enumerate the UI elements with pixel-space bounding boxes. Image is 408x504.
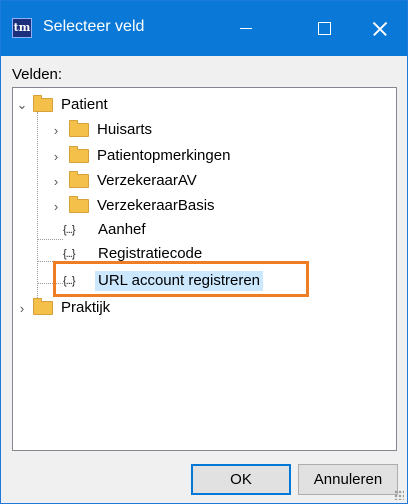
folder-icon [33, 298, 53, 315]
ok-button[interactable]: OK [191, 464, 291, 495]
collapse-chevron-icon[interactable]: › [17, 297, 27, 319]
field-braces-icon: {...} [63, 224, 76, 236]
collapse-chevron-icon[interactable]: › [51, 145, 61, 167]
tree-node-verzekeraarbasis[interactable]: VerzekeraarBasis [69, 195, 218, 217]
fields-label: Velden: [12, 66, 63, 83]
folder-icon [69, 120, 89, 137]
field-braces-icon: {...} [63, 248, 76, 260]
tree-connector [37, 239, 63, 240]
folder-icon [33, 95, 53, 112]
tree-node-patientopmerkingen[interactable]: Patientopmerkingen [69, 145, 233, 167]
maximize-icon [317, 22, 331, 35]
collapse-chevron-icon[interactable]: › [51, 195, 61, 217]
tree-connector [37, 112, 38, 308]
collapse-chevron-icon[interactable]: › [51, 119, 61, 141]
tree-node-aanhef[interactable]: {...} Aanhef [63, 219, 149, 241]
tree-node-label: Praktijk [61, 299, 111, 316]
highlight-box [53, 261, 309, 297]
tree-node-praktijk[interactable]: Praktijk [33, 297, 113, 319]
tree-node-patient[interactable]: Patient [33, 94, 111, 116]
tree-node-label: Huisarts [97, 121, 153, 138]
app-icon: tm [12, 18, 32, 38]
maximize-button[interactable] [301, 1, 347, 56]
expand-chevron-icon[interactable]: ⌄ [17, 94, 28, 116]
collapse-chevron-icon[interactable]: › [51, 170, 61, 192]
tree-node-label: Aanhef [98, 221, 146, 238]
tree-node-verzekeraarav[interactable]: VerzekeraarAV [69, 170, 200, 192]
close-icon [373, 22, 387, 36]
folder-icon [69, 171, 89, 188]
tree-node-label: Patient [61, 96, 108, 113]
tree-node-label: VerzekeraarAV [97, 172, 197, 189]
tree-node-huisarts[interactable]: Huisarts [69, 119, 155, 141]
cancel-button[interactable]: Annuleren [298, 464, 398, 495]
resize-grip[interactable] [394, 490, 404, 500]
close-button[interactable] [357, 1, 403, 56]
tree-node-label: Patientopmerkingen [97, 147, 231, 164]
tree-node-label: VerzekeraarBasis [97, 197, 215, 214]
folder-icon [69, 146, 89, 163]
minimize-button[interactable] [223, 1, 269, 56]
window-title: Selecteer veld [43, 18, 145, 35]
select-field-dialog: tm Selecteer veld Velden: ⌄ Patient › Hu… [0, 0, 408, 504]
title-bar[interactable]: tm Selecteer veld [1, 1, 407, 56]
minimize-icon [240, 28, 252, 29]
folder-icon [69, 196, 89, 213]
